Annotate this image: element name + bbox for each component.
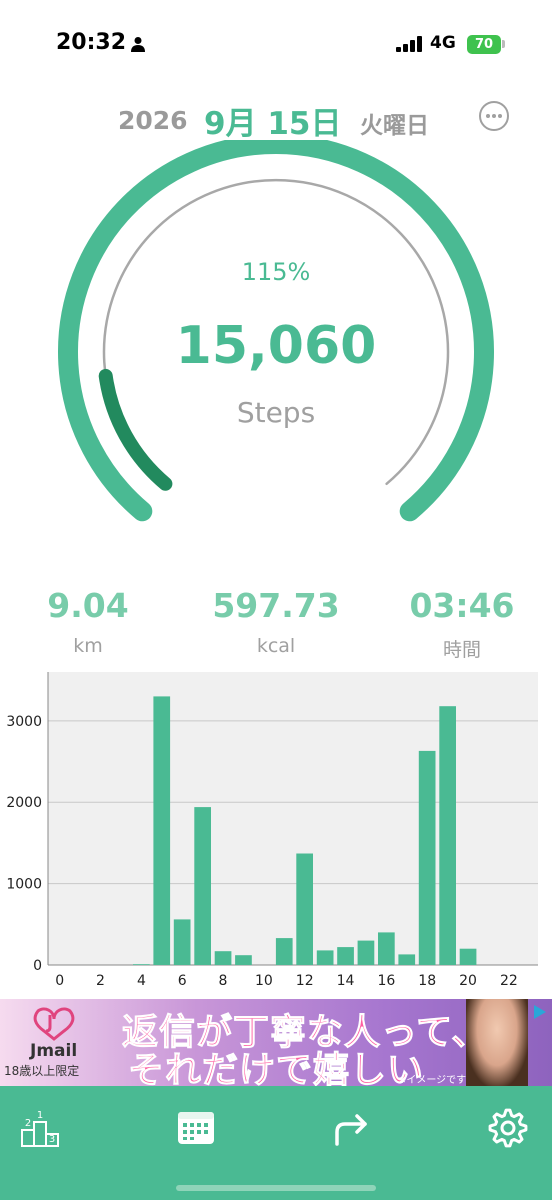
- svg-text:2: 2: [25, 1118, 31, 1129]
- chart-bar: [153, 696, 171, 965]
- x-tick-label: 2: [96, 973, 105, 989]
- x-tick-label: 12: [296, 973, 314, 989]
- share-arrow-icon[interactable]: [327, 1104, 375, 1152]
- x-tick-label: 14: [337, 973, 355, 989]
- x-tick-label: 10: [255, 973, 273, 989]
- chart-bar: [296, 853, 313, 965]
- duration-value: 03:46: [409, 586, 515, 625]
- bottom-tab-bar: 2 1 3: [0, 1086, 552, 1200]
- step-count: 15,060: [175, 316, 377, 376]
- person-icon: [131, 37, 145, 52]
- date-weekday: 火曜日: [360, 113, 429, 139]
- battery-tip: [502, 40, 505, 48]
- distance-value: 9.04: [47, 586, 129, 625]
- calories-value: 597.73: [212, 586, 340, 625]
- chart-bar: [173, 919, 191, 965]
- ad-banner[interactable]: Jmail 18歳以上限定 返信が丁寧な人って、 それだけで嬉しい ※イメージで…: [0, 999, 552, 1086]
- distance-stat: 9.04 km: [0, 586, 180, 657]
- ranking-podium-icon[interactable]: 2 1 3: [17, 1104, 65, 1152]
- signal-strength-icon: [396, 36, 422, 52]
- more-options-button[interactable]: [479, 101, 509, 131]
- ad-choices-icon[interactable]: [530, 1003, 548, 1021]
- gear-icon[interactable]: [484, 1104, 532, 1152]
- ad-headline-2: それだけで嬉しい: [127, 1050, 425, 1087]
- chart-bar: [194, 807, 211, 965]
- network-type: 4G: [430, 33, 456, 53]
- status-bar: 20:32 4G 70: [0, 0, 552, 90]
- x-tick-label: 4: [137, 973, 146, 989]
- status-time: 20:32: [56, 30, 127, 55]
- ad-age-notice: 18歳以上限定: [4, 1064, 80, 1078]
- chart-bar: [357, 940, 375, 965]
- chart-bar: [337, 947, 354, 965]
- chart-bar: [378, 932, 395, 965]
- chart-bar: [459, 948, 477, 965]
- chart-bar: [214, 951, 232, 965]
- calories-stat: 597.73 kcal: [184, 586, 368, 657]
- x-tick-label: 0: [55, 973, 64, 989]
- date-year: 2026: [118, 106, 188, 135]
- x-tick-label: 16: [377, 973, 395, 989]
- ad-brand: Jmail: [30, 1041, 78, 1061]
- y-tick-label: 1000: [6, 877, 42, 893]
- date-header[interactable]: 2026 9月 15日 火曜日: [0, 98, 552, 142]
- calories-unit: kcal: [256, 635, 296, 657]
- steps-label: Steps: [236, 396, 316, 429]
- chart-bar: [316, 950, 334, 965]
- x-tick-label: 20: [459, 973, 477, 989]
- svg-text:3: 3: [49, 1134, 55, 1145]
- duration-unit: 時間: [442, 639, 481, 661]
- duration-stat: 03:46 時間: [370, 586, 552, 662]
- calendar-icon[interactable]: [172, 1104, 220, 1152]
- hourly-steps-chart: 0 1000 2000 3000 0 2 4 6 8 10 12 14 16 18 20 22: [6, 672, 538, 989]
- y-tick-label: 0: [33, 958, 42, 974]
- ad-image-note: ※イメージです: [398, 1075, 467, 1086]
- date-month-day: 9月 15日: [204, 106, 342, 142]
- x-tick-label: 8: [219, 973, 228, 989]
- ad-photo: [466, 999, 528, 1086]
- distance-unit: km: [73, 635, 103, 657]
- chart-bar: [439, 706, 456, 965]
- svg-text:1: 1: [37, 1110, 43, 1121]
- home-indicator: [176, 1185, 376, 1191]
- goal-percentage: 115%: [241, 258, 311, 286]
- chart-bar: [418, 750, 436, 965]
- battery-indicator: 70: [467, 35, 501, 54]
- chart-plot-area: [48, 672, 538, 965]
- x-tick-label: 22: [500, 973, 518, 989]
- x-tick-label: 6: [178, 973, 187, 989]
- chart-bar: [398, 954, 416, 965]
- chart-bar: [133, 964, 150, 965]
- x-tick-label: 18: [418, 973, 436, 989]
- chart-bar: [275, 938, 293, 965]
- y-tick-label: 3000: [6, 714, 42, 730]
- y-tick-label: 2000: [6, 795, 42, 811]
- chart-bar: [235, 955, 252, 965]
